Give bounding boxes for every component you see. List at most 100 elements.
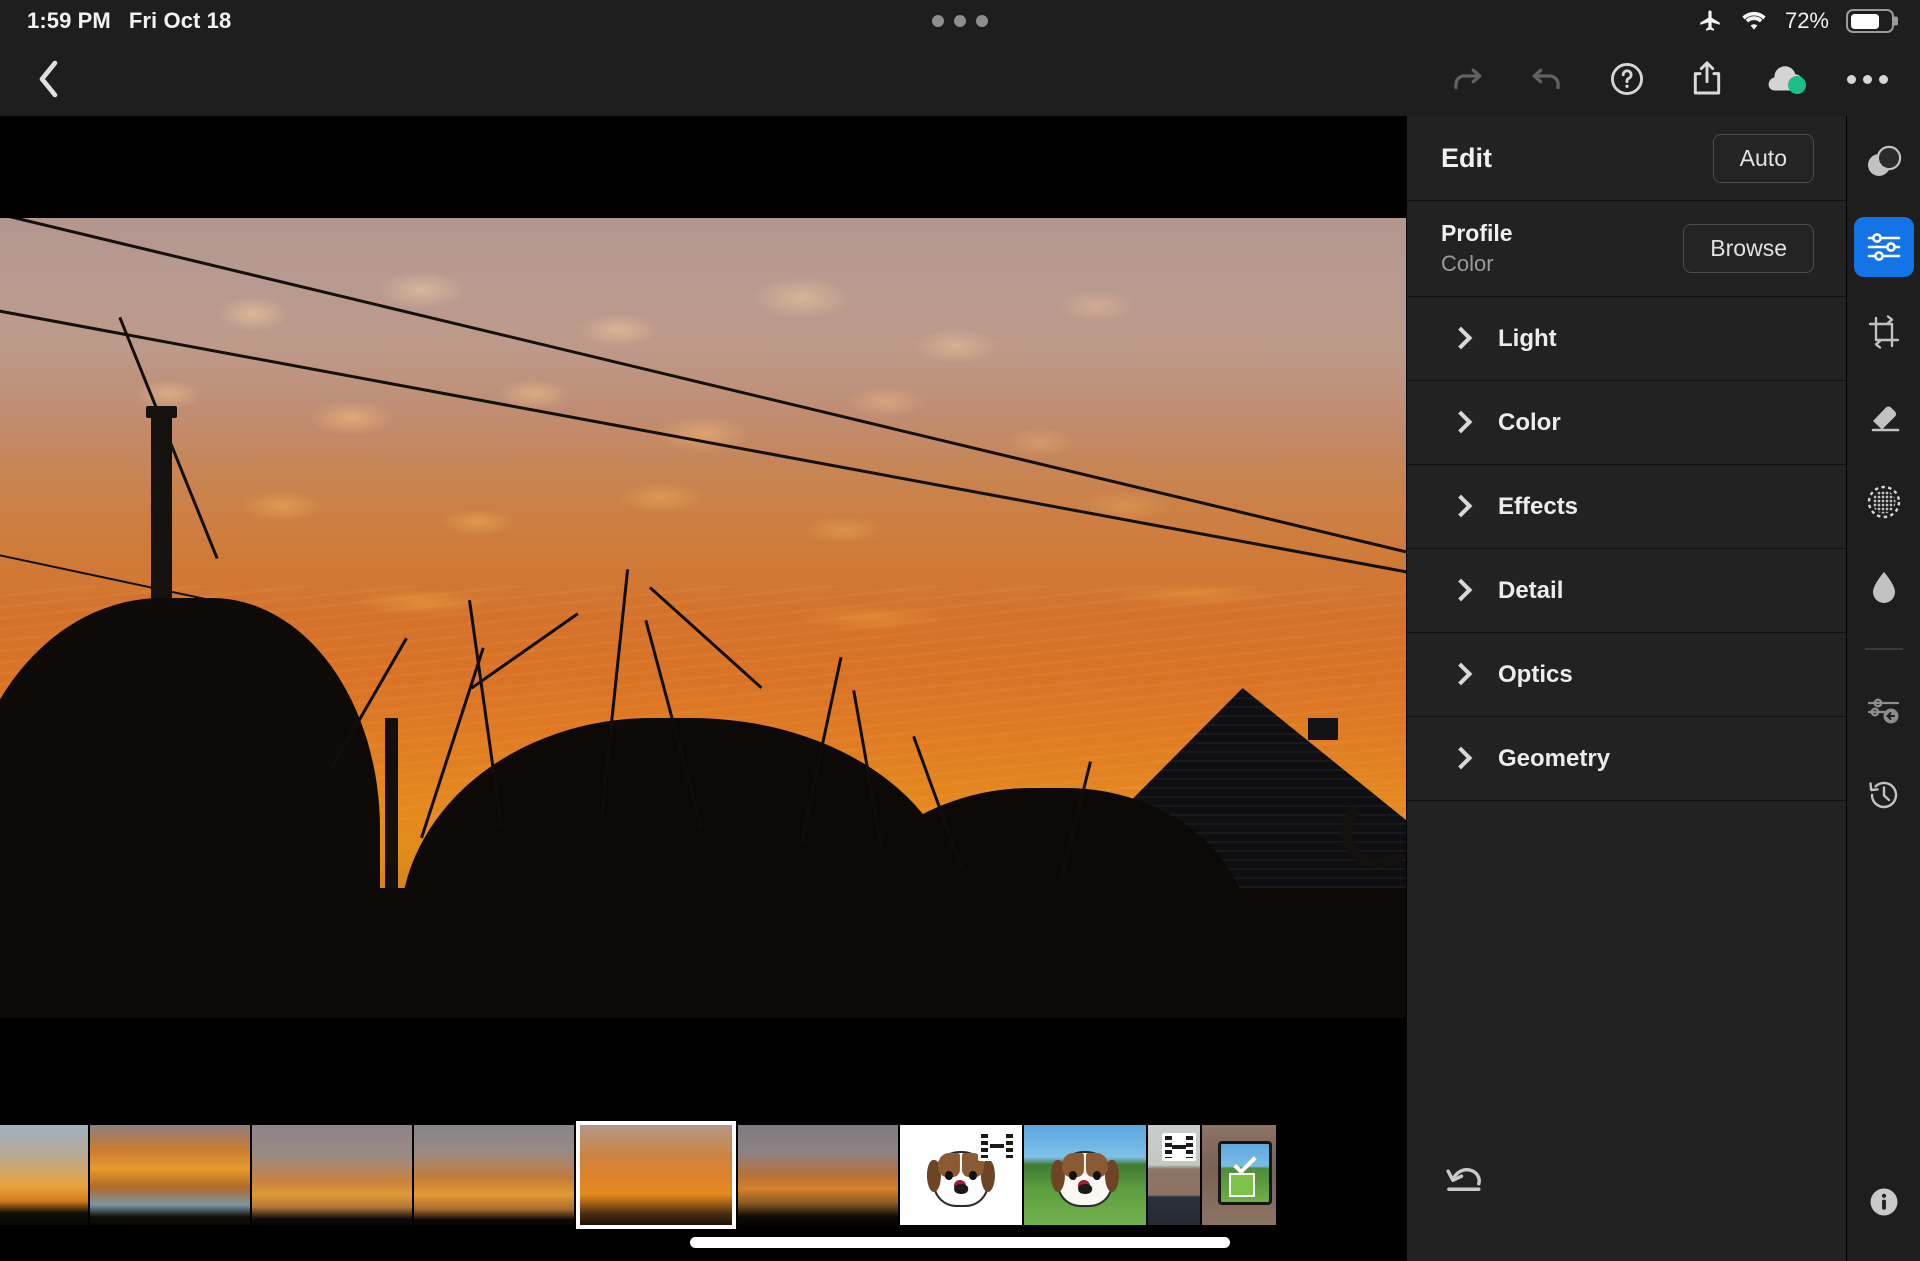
section-detail[interactable]: Detail bbox=[1407, 549, 1846, 633]
dog-eye-left bbox=[945, 1171, 954, 1181]
status-bar-left: 1:59 PM Fri Oct 18 bbox=[0, 8, 231, 34]
dog-eye-right bbox=[968, 1171, 977, 1181]
thumb-sunset-2[interactable] bbox=[90, 1124, 250, 1225]
lightroom-edit-screen: 1:59 PM Fri Oct 18 72% Edit Auto Profile… bbox=[0, 0, 1920, 1261]
section-label: Geometry bbox=[1498, 744, 1611, 772]
version-history-icon[interactable] bbox=[1854, 765, 1914, 825]
thumb-ipad[interactable] bbox=[1202, 1124, 1276, 1225]
profile-label: Profile bbox=[1441, 220, 1513, 247]
crop-rotate-icon[interactable] bbox=[1854, 302, 1914, 362]
drop-glyph bbox=[1872, 572, 1895, 603]
thumb-dog-sketch[interactable] bbox=[900, 1124, 1022, 1225]
remove-halftone-icon[interactable] bbox=[1854, 472, 1914, 532]
info-icon bbox=[1870, 1188, 1897, 1216]
chevron-right-icon bbox=[1453, 412, 1466, 434]
edit-panel-footer bbox=[1407, 1141, 1846, 1261]
redo-button[interactable] bbox=[1440, 52, 1494, 106]
ipad-tile bbox=[1228, 1172, 1256, 1197]
section-label: Color bbox=[1498, 408, 1561, 436]
three-dots-indicator bbox=[932, 15, 988, 27]
thumb-sunset-4[interactable] bbox=[414, 1124, 574, 1225]
dog-eye-left bbox=[1069, 1171, 1078, 1181]
info-button[interactable] bbox=[1865, 1183, 1903, 1221]
section-color[interactable]: Color bbox=[1407, 381, 1846, 465]
home-indicator bbox=[690, 1237, 1230, 1248]
chevron-right-icon bbox=[1453, 328, 1466, 350]
ground-silhouette bbox=[0, 888, 1406, 1018]
healing-brush-icon[interactable] bbox=[1854, 387, 1914, 447]
wifi-icon bbox=[1740, 9, 1768, 33]
dog-nose bbox=[1078, 1183, 1092, 1195]
ellipsis-icon bbox=[1846, 74, 1888, 84]
thumb-sunset-5-selected[interactable] bbox=[576, 1120, 736, 1229]
toolbar-actions bbox=[1440, 52, 1920, 106]
dog-nose bbox=[954, 1183, 968, 1195]
edited-photo[interactable] bbox=[0, 218, 1406, 1018]
previous-edits-glyph bbox=[1867, 698, 1899, 724]
thumb-sunset-3[interactable] bbox=[252, 1124, 412, 1225]
halftone-glyph bbox=[1867, 485, 1900, 519]
section-label: Optics bbox=[1498, 660, 1573, 688]
status-time: 1:59 PM bbox=[27, 8, 111, 33]
chimney bbox=[1308, 718, 1338, 740]
section-light[interactable]: Light bbox=[1407, 297, 1846, 381]
eraser-glyph bbox=[1871, 406, 1899, 432]
section-effects[interactable]: Effects bbox=[1407, 465, 1846, 549]
water-drop-icon[interactable] bbox=[1854, 557, 1914, 617]
profile-info: Profile Color bbox=[1441, 218, 1513, 279]
rail-divider bbox=[1864, 648, 1903, 650]
chevron-right-icon bbox=[1453, 748, 1466, 770]
chevron-right-icon bbox=[1453, 496, 1466, 518]
section-label: Detail bbox=[1498, 576, 1564, 604]
photo-canvas[interactable] bbox=[0, 116, 1406, 1118]
battery-icon bbox=[1846, 9, 1894, 33]
section-label: Effects bbox=[1498, 492, 1579, 520]
video-badge-icon bbox=[978, 1130, 1016, 1161]
section-label: Light bbox=[1498, 324, 1557, 352]
thumb-dog-color[interactable] bbox=[1024, 1124, 1146, 1225]
satellite-dish bbox=[1342, 794, 1406, 868]
reset-icon bbox=[1446, 1168, 1481, 1191]
status-date: Fri Oct 18 bbox=[128, 8, 232, 33]
tool-rail bbox=[1846, 116, 1920, 1261]
section-optics[interactable]: Optics bbox=[1407, 633, 1846, 717]
status-bar-right: 72% bbox=[1697, 8, 1920, 34]
sliders-glyph bbox=[1867, 233, 1900, 261]
auto-button[interactable]: Auto bbox=[1712, 133, 1814, 183]
browse-profiles-button[interactable]: Browse bbox=[1683, 224, 1814, 273]
history-clock-glyph bbox=[1868, 781, 1897, 809]
chevron-right-icon bbox=[1453, 580, 1466, 602]
crop-glyph bbox=[1868, 315, 1899, 349]
thumb-sunset-6[interactable] bbox=[738, 1124, 898, 1225]
edit-panel-header: Edit Auto bbox=[1407, 116, 1846, 201]
dog-illustration-color bbox=[1051, 1150, 1119, 1207]
section-geometry[interactable]: Geometry bbox=[1407, 717, 1846, 801]
status-bar: 1:59 PM Fri Oct 18 72% bbox=[0, 0, 1920, 42]
undo-button[interactable] bbox=[1520, 52, 1574, 106]
battery-percent-label: 72% bbox=[1784, 8, 1829, 33]
battery-fill bbox=[1850, 13, 1879, 29]
chevron-right-icon bbox=[1453, 664, 1466, 686]
previous-edits-icon[interactable] bbox=[1854, 680, 1914, 740]
masking-icon[interactable] bbox=[1854, 132, 1914, 192]
sync-status-dot bbox=[1788, 76, 1806, 94]
thumb-sunset-1[interactable] bbox=[0, 1124, 88, 1225]
edit-sliders-icon[interactable] bbox=[1853, 217, 1914, 277]
page-title: Edit bbox=[1441, 142, 1492, 173]
thumb-person[interactable] bbox=[1148, 1124, 1200, 1225]
dot-1 bbox=[932, 15, 944, 27]
filmstrip[interactable] bbox=[0, 1118, 1406, 1231]
dot-2 bbox=[954, 15, 966, 27]
check-icon bbox=[1233, 1151, 1257, 1175]
cloud-sync-button[interactable] bbox=[1760, 52, 1814, 106]
more-options-button[interactable] bbox=[1840, 52, 1894, 106]
profile-row[interactable]: Profile Color Browse bbox=[1407, 201, 1846, 297]
top-toolbar bbox=[0, 42, 1920, 116]
airplane-mode-icon bbox=[1697, 8, 1723, 34]
ipad-screen bbox=[1218, 1140, 1272, 1205]
edit-panel: Edit Auto Profile Color Browse Light Col… bbox=[1406, 116, 1846, 1261]
help-button[interactable] bbox=[1600, 52, 1654, 106]
reset-button[interactable] bbox=[1443, 1157, 1497, 1207]
share-button[interactable] bbox=[1680, 52, 1734, 106]
back-button[interactable] bbox=[22, 52, 76, 106]
